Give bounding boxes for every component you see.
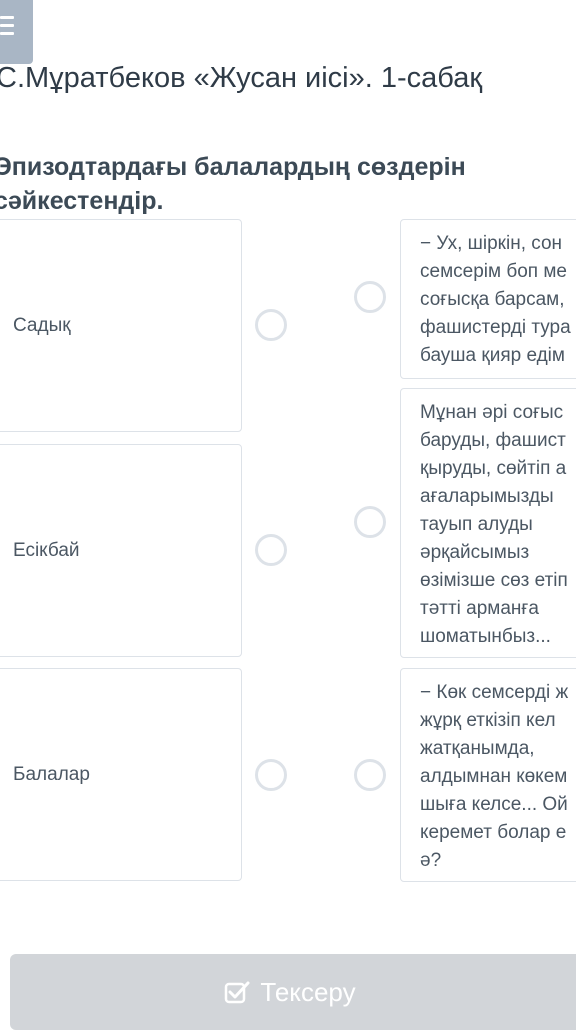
match-right-item[interactable]: − Көк семсерді ж жұрқ еткізіп кел жатқан… xyxy=(400,668,576,882)
right-item-line: − Көк семсерді ж xyxy=(420,682,569,703)
right-item-line: соғысқа барсам, xyxy=(420,289,565,310)
right-item-line: тауып алуды xyxy=(420,514,533,535)
right-connector-dot[interactable] xyxy=(354,759,386,791)
right-item-line: ә? xyxy=(420,850,442,871)
left-connector-dot[interactable] xyxy=(255,759,287,791)
right-item-line: қыруды, сөйтіп а xyxy=(420,458,567,479)
match-right-item[interactable]: − Ух, шіркін, сон семсерім боп ме соғысқ… xyxy=(400,219,576,379)
right-item-line: фашистерді тура xyxy=(420,317,571,338)
right-item-line: өзімізше сөз етіп xyxy=(420,570,568,591)
right-item-line: − Ух, шіркін, сон xyxy=(420,233,563,254)
check-button[interactable]: Тексеру xyxy=(10,954,576,1030)
menu-icon xyxy=(0,16,14,19)
right-item-line: семсерім боп ме xyxy=(420,261,567,282)
right-item-line: Мұнан әрі соғыс xyxy=(420,402,564,423)
right-item-line: жатқанымда, xyxy=(420,738,535,759)
right-item-line: шыға келсе... Ой xyxy=(420,794,568,815)
checkbox-check-icon xyxy=(225,981,250,1004)
right-item-line: ағаларымызды xyxy=(420,486,554,507)
match-left-item[interactable]: Балалар xyxy=(0,668,242,881)
right-item-line: әрқайсымыз xyxy=(420,542,530,563)
match-left-label: Садық xyxy=(13,314,71,336)
check-button-label: Тексеру xyxy=(260,976,356,1007)
right-item-line: тәтті арманға xyxy=(420,598,539,619)
right-item-line: баруды, фашист xyxy=(420,430,566,451)
right-item-line: бауша қияр едім xyxy=(420,345,565,366)
question-text: Эпизодтардағы балалардың сөздерін сәйкес… xyxy=(0,153,466,215)
left-connector-dot[interactable] xyxy=(255,309,287,341)
match-left-item[interactable]: Есікбай xyxy=(0,444,242,657)
lesson-title: С.Мұратбеков «Жусан иісі». 1-сабақ xyxy=(0,62,483,94)
right-item-line: алдымнан көкем xyxy=(420,766,568,787)
match-left-label: Есікбай xyxy=(13,539,80,561)
left-connector-dot[interactable] xyxy=(255,534,287,566)
match-left-item[interactable]: Садық xyxy=(0,219,242,432)
right-connector-dot[interactable] xyxy=(354,506,386,538)
right-item-line: шоматынбыз... xyxy=(420,626,551,647)
right-item-line: керемет болар е xyxy=(420,822,567,843)
match-left-label: Балалар xyxy=(13,763,90,785)
right-connector-dot[interactable] xyxy=(354,281,386,313)
match-right-item[interactable]: Мұнан әрі соғыс баруды, фашист қыруды, с… xyxy=(400,388,576,658)
menu-button[interactable] xyxy=(0,0,33,64)
right-item-line: жұрқ еткізіп кел xyxy=(420,710,556,731)
